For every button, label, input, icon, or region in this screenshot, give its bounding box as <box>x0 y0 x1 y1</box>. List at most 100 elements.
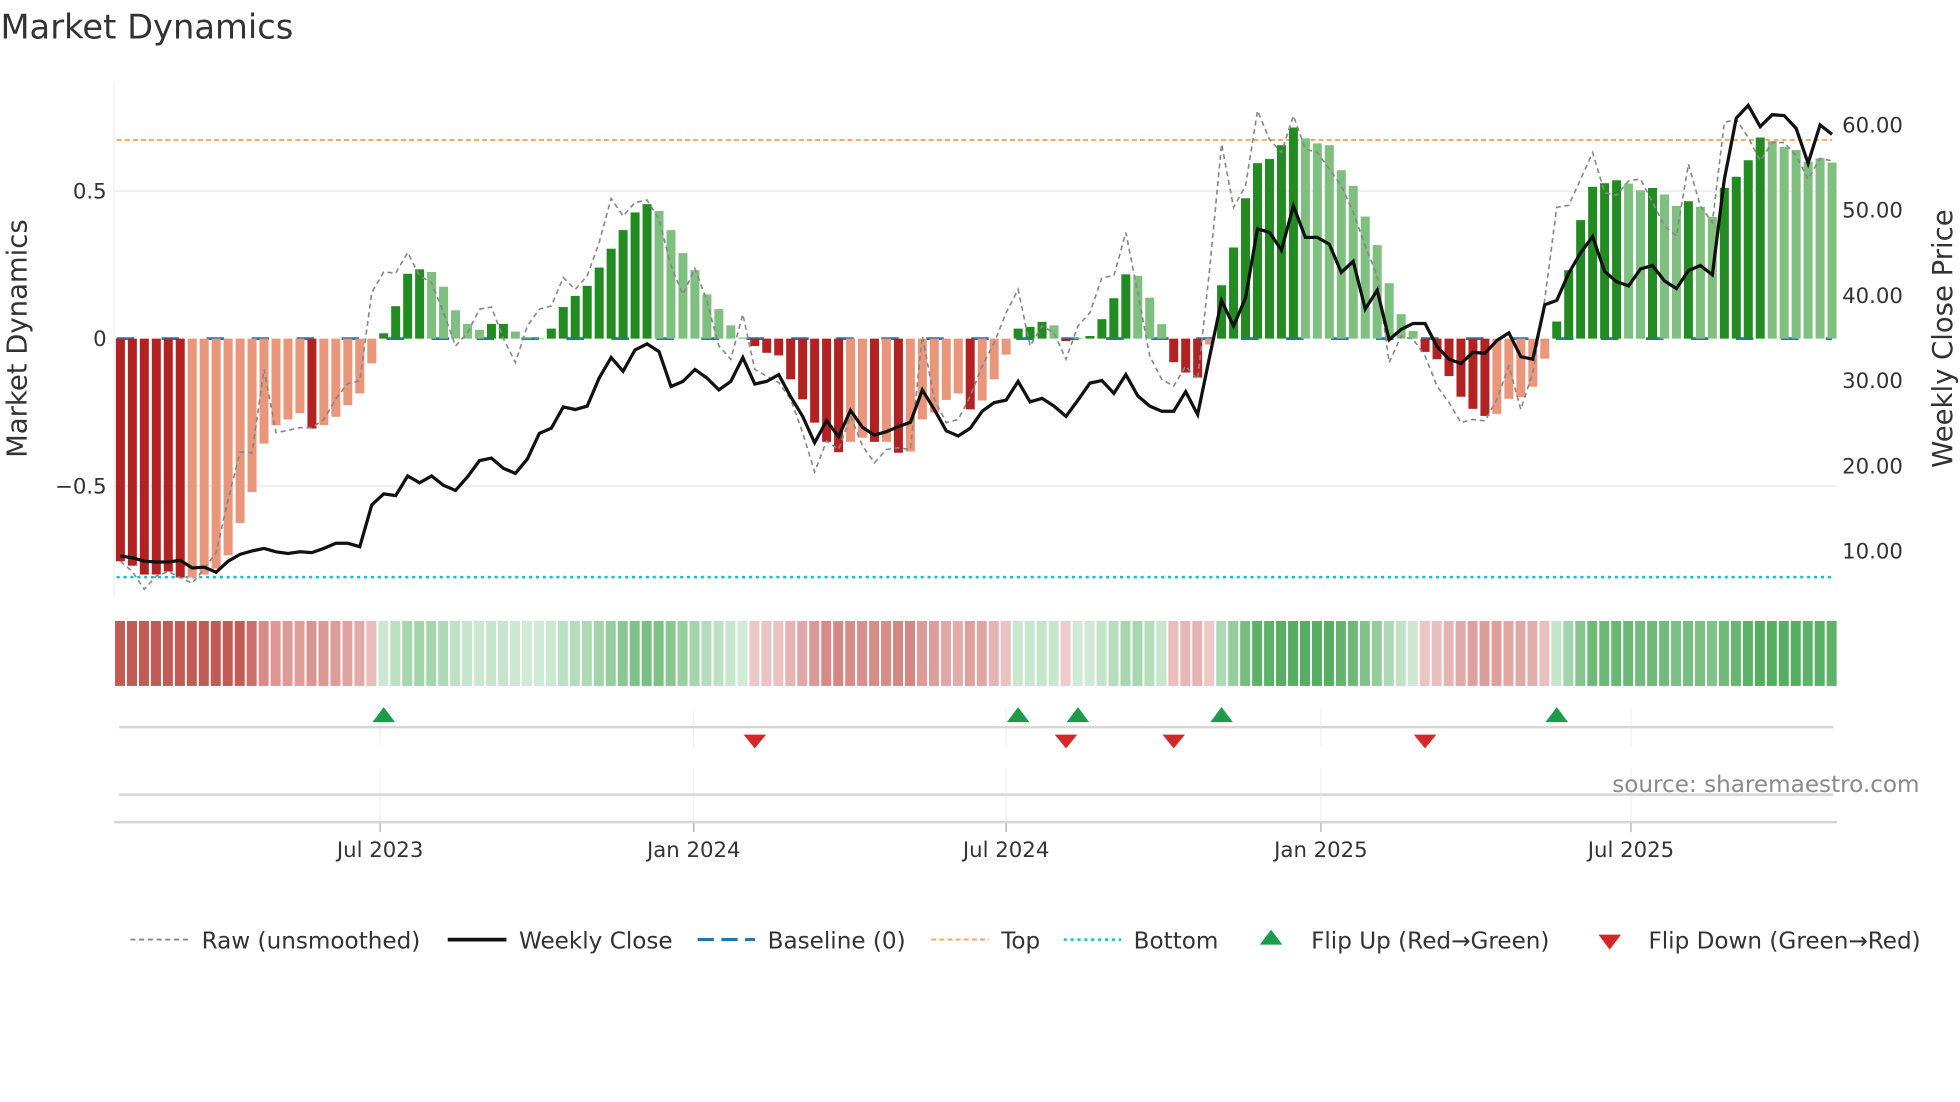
flip-up-marker <box>1066 707 1090 723</box>
dynamics-bar <box>1624 183 1634 339</box>
strip-cell <box>928 620 939 686</box>
x-tick-label: Jul 2023 <box>335 838 423 863</box>
strip-cell <box>138 620 149 686</box>
strip-cell <box>1503 620 1514 686</box>
dynamics-bar <box>1420 338 1430 352</box>
dynamics-bar <box>139 338 149 575</box>
dynamics-bar <box>630 212 640 339</box>
legend-bottom-label: Bottom <box>1134 928 1219 954</box>
dynamics-bar <box>439 286 449 339</box>
strip-cell <box>1623 620 1634 686</box>
strip-cell <box>809 620 820 686</box>
strip-cell <box>1814 620 1825 686</box>
x-tick-label: Jul 2025 <box>1586 838 1674 863</box>
raw-line <box>119 107 1833 591</box>
dynamics-bar <box>1049 325 1059 339</box>
y-tick-label: −0.5 <box>55 475 107 500</box>
y2-tick-label: 10.00 <box>1842 539 1903 564</box>
y-tick-label: 0 <box>93 327 107 352</box>
dynamics-bar <box>798 338 808 400</box>
dynamics-bar <box>175 338 185 578</box>
dynamics-bar <box>1588 186 1598 339</box>
dynamics-bar <box>893 338 903 453</box>
strip-cell <box>282 620 293 686</box>
dynamics-bar <box>989 338 999 380</box>
dynamics-bar <box>1791 149 1801 339</box>
dynamics-bar <box>738 337 748 339</box>
strip-cell <box>1479 620 1490 686</box>
dynamics-bar <box>1109 298 1119 339</box>
dynamics-bar <box>726 325 736 339</box>
dynamics-bar <box>642 204 652 339</box>
strip-cell <box>1108 620 1119 686</box>
strip-cell <box>869 620 880 686</box>
dynamics-bar <box>1755 137 1765 339</box>
dynamics-bar <box>678 253 688 339</box>
strip-cell <box>1300 620 1311 686</box>
dynamics-bar <box>1803 161 1813 339</box>
strip-cell <box>174 620 185 686</box>
dynamics-bar <box>1145 297 1155 339</box>
strip-cell <box>521 620 532 686</box>
dynamics-bar <box>1037 321 1047 339</box>
strip-cell <box>893 620 904 686</box>
strip-cell <box>964 620 975 686</box>
x-axis-ticks: Jul 2023 Jan 2024 Jul 2024 Jan 2025 Jul … <box>335 838 1674 863</box>
strip-cell <box>1288 620 1299 686</box>
legend-baseline-label: Baseline (0) <box>768 928 906 954</box>
flip-up-icon <box>1259 929 1283 945</box>
dynamics-bar <box>1241 198 1251 339</box>
strip-cell <box>1084 620 1095 686</box>
strip-cell <box>210 620 221 686</box>
source-credit: source: sharemaestro.com <box>1612 772 1919 798</box>
strip-cell <box>1659 620 1670 686</box>
dynamics-bar <box>786 338 796 380</box>
strip-cell <box>1455 620 1466 686</box>
dynamics-bar <box>1097 319 1107 339</box>
dynamics-bar <box>187 338 197 578</box>
strip-cell <box>270 620 281 686</box>
flip-down-icon <box>1598 934 1621 950</box>
dynamics-bar <box>846 338 856 442</box>
dynamics-bar <box>1264 159 1274 339</box>
x-tick-label: Jan 2025 <box>1272 838 1368 863</box>
strip-cell <box>1551 620 1562 686</box>
y2-tick-label: 60.00 <box>1842 113 1903 138</box>
strip-cell <box>1575 620 1586 686</box>
dynamics-bar <box>1743 160 1753 339</box>
dynamics-bar <box>917 338 927 420</box>
strip-cell <box>641 620 652 686</box>
strip-cell <box>1407 620 1418 686</box>
strip-cell <box>246 620 257 686</box>
dynamics-bar <box>1815 158 1825 339</box>
dynamics-bar <box>1456 338 1466 397</box>
y2-axis-label: Weekly Close Price <box>1927 209 1959 467</box>
dynamics-bar <box>1133 275 1143 339</box>
dynamics-bar <box>1121 274 1131 339</box>
strip-cell <box>462 620 473 686</box>
dynamics-bar <box>558 307 568 339</box>
strip-cell <box>1539 620 1550 686</box>
dynamics-bar <box>750 338 760 347</box>
strip-cell <box>510 620 521 686</box>
strip-cell <box>1599 620 1610 686</box>
strip-cell <box>833 620 844 686</box>
strip-cell <box>414 620 425 686</box>
flip-down-marker <box>1054 734 1078 749</box>
strip-cell <box>1766 620 1777 686</box>
dynamics-bar <box>1779 146 1789 339</box>
dynamics-bar <box>666 230 676 339</box>
strip-cell <box>234 620 245 686</box>
strip-cell <box>1683 620 1694 686</box>
strip-cell <box>557 620 568 686</box>
strip-cell <box>689 620 700 686</box>
dynamics-bar <box>1085 335 1095 339</box>
strip-cell <box>629 620 640 686</box>
strip-cell <box>905 620 916 686</box>
dynamics-bar <box>367 338 377 364</box>
dynamics-bar <box>1492 338 1502 414</box>
strip-cell <box>701 620 712 686</box>
y2-tick-label: 50.00 <box>1842 199 1903 224</box>
dynamics-bar <box>570 295 580 339</box>
dynamics-bar <box>953 338 963 394</box>
